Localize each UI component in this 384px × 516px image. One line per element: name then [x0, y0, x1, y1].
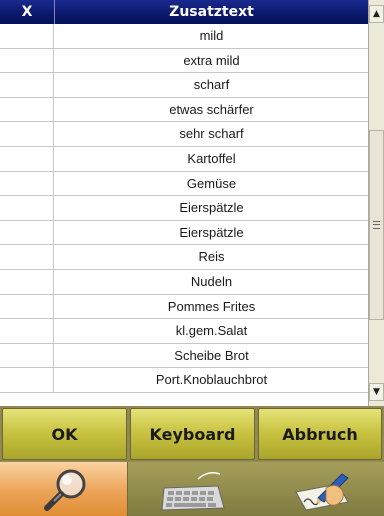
- keyboard-icon: [161, 472, 225, 511]
- row-text[interactable]: Eierspätzle: [55, 196, 368, 220]
- row-select-cell[interactable]: [0, 73, 54, 97]
- column-header-zusatztext[interactable]: Zusatztext: [55, 0, 368, 24]
- tab-handwriting[interactable]: [256, 462, 384, 516]
- row-select-cell[interactable]: [0, 220, 54, 245]
- row-select-cell[interactable]: [0, 319, 54, 343]
- row-text[interactable]: etwas schärfer: [55, 98, 368, 122]
- row-text[interactable]: extra mild: [55, 49, 368, 73]
- table-row[interactable]: Eierspätzle: [0, 220, 368, 246]
- row-select-cell[interactable]: [0, 97, 54, 122]
- row-select-cell[interactable]: [0, 146, 54, 171]
- table-row[interactable]: etwas schärfer: [0, 97, 368, 123]
- table-row[interactable]: sehr scharf: [0, 122, 368, 147]
- table-row[interactable]: Scheibe Brot: [0, 343, 368, 369]
- table-row[interactable]: Eierspätzle: [0, 196, 368, 221]
- row-select-cell[interactable]: [0, 294, 54, 319]
- table-body: mild extra mild scharf etwas schärfer se…: [0, 24, 368, 406]
- row-text[interactable]: mild: [55, 24, 368, 48]
- keyboard-button[interactable]: Keyboard: [130, 408, 255, 460]
- row-text[interactable]: Gemüse: [55, 172, 368, 196]
- magnifier-icon: [44, 469, 86, 511]
- row-text[interactable]: kl.gem.Salat: [55, 319, 368, 343]
- scroll-up-button[interactable]: ▲: [369, 5, 384, 23]
- table-row[interactable]: Reis: [0, 245, 368, 270]
- row-text[interactable]: Scheibe Brot: [55, 344, 368, 368]
- row-text[interactable]: Nudeln: [55, 270, 368, 294]
- handwriting-icon: [295, 473, 349, 511]
- ok-button[interactable]: OK: [2, 408, 127, 460]
- row-select-cell[interactable]: [0, 24, 54, 48]
- tab-search[interactable]: [0, 462, 128, 516]
- action-button-bar: OK Keyboard Abbruch: [0, 406, 384, 462]
- row-select-cell[interactable]: [0, 48, 54, 73]
- bottom-tab-bar: [0, 462, 384, 516]
- row-select-cell[interactable]: [0, 343, 54, 368]
- row-text[interactable]: Pommes Frites: [55, 295, 368, 319]
- row-text[interactable]: Port.Knoblauchbrot: [55, 368, 368, 392]
- row-text[interactable]: scharf: [55, 73, 368, 97]
- row-select-cell[interactable]: [0, 122, 54, 146]
- row-text[interactable]: sehr scharf: [55, 122, 368, 146]
- row-select-cell[interactable]: [0, 171, 54, 196]
- table-row[interactable]: Gemüse: [0, 171, 368, 197]
- table-row[interactable]: Pommes Frites: [0, 294, 368, 320]
- table-header: X Zusatztext: [0, 0, 368, 24]
- table-row[interactable]: kl.gem.Salat: [0, 319, 368, 344]
- row-select-cell[interactable]: [0, 196, 54, 220]
- grip-icon: [373, 221, 380, 229]
- row-text[interactable]: Reis: [55, 245, 368, 269]
- table-row[interactable]: mild: [0, 24, 368, 49]
- row-text[interactable]: Kartoffel: [55, 147, 368, 171]
- table-row[interactable]: Nudeln: [0, 269, 368, 295]
- tab-keyboard[interactable]: [128, 462, 256, 516]
- cancel-button[interactable]: Abbruch: [258, 408, 382, 460]
- table-row[interactable]: Port.Knoblauchbrot: [0, 368, 368, 393]
- column-header-x[interactable]: X: [0, 0, 55, 24]
- scrollbar-thumb[interactable]: [369, 130, 384, 320]
- vertical-scrollbar[interactable]: ▲ ▼: [368, 0, 384, 406]
- table-row[interactable]: Kartoffel: [0, 146, 368, 172]
- row-text[interactable]: Eierspätzle: [55, 221, 368, 245]
- row-select-cell[interactable]: [0, 269, 54, 294]
- zusatztext-table: X Zusatztext mild extra mild scharf etwa…: [0, 0, 384, 406]
- table-row[interactable]: extra mild: [0, 48, 368, 74]
- row-select-cell[interactable]: [0, 245, 54, 269]
- table-row[interactable]: scharf: [0, 73, 368, 98]
- row-select-cell[interactable]: [0, 368, 54, 392]
- scroll-down-button[interactable]: ▼: [369, 383, 384, 401]
